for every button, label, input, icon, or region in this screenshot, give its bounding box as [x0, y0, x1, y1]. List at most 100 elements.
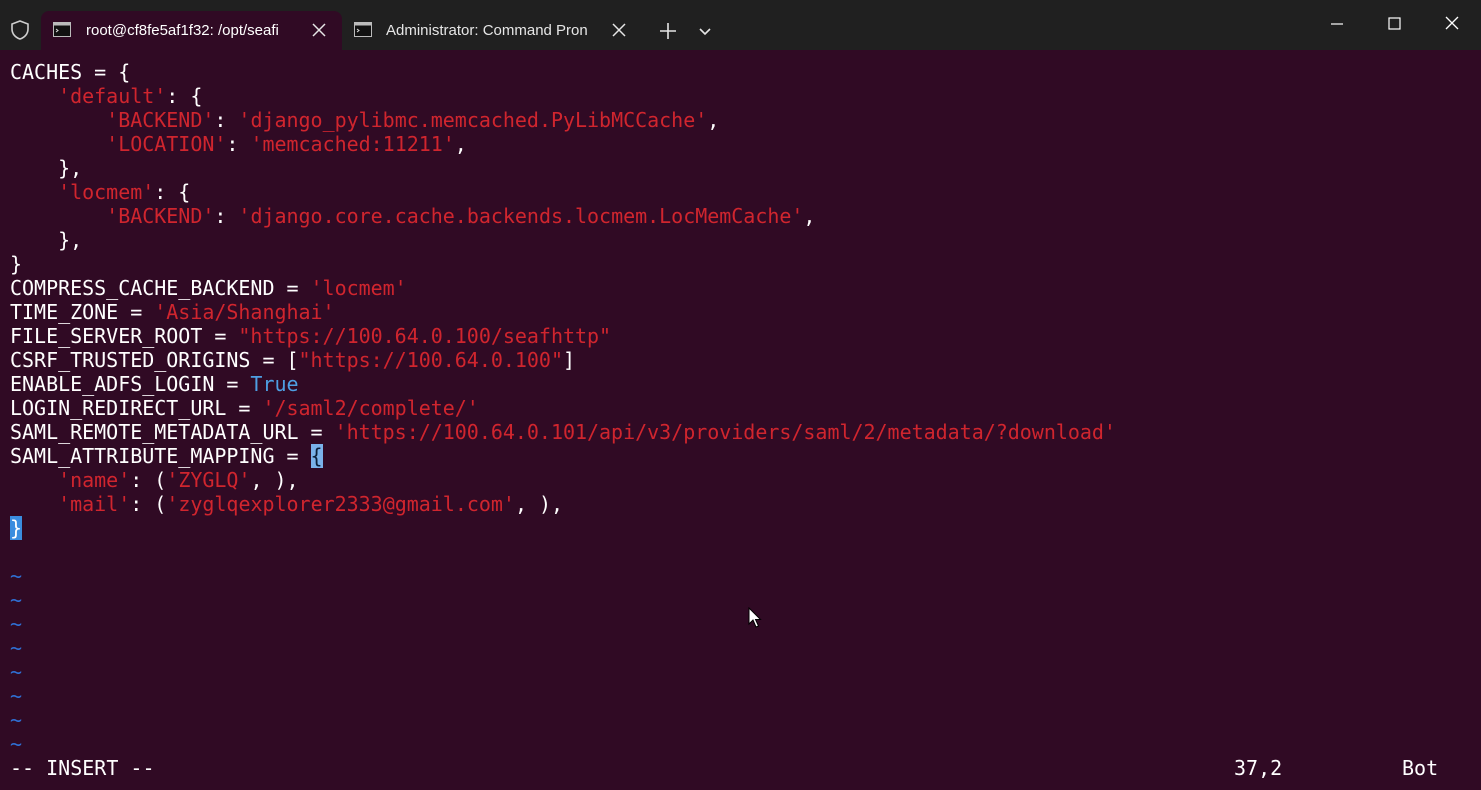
cursor-position: 37,2	[1234, 756, 1283, 780]
plus-icon[interactable]	[656, 19, 680, 43]
terminal-line: SAML_REMOTE_METADATA_URL = 'https://100.…	[10, 420, 1470, 444]
window-close-icon[interactable]	[1429, 8, 1475, 40]
code-token: 'BACKEND'	[106, 108, 215, 132]
cursor-highlight: }	[10, 516, 23, 540]
code-token: SAML_REMOTE_METADATA_URL =	[10, 420, 335, 444]
empty-line-marker: ~	[10, 612, 23, 636]
terminal-line: },	[10, 156, 1470, 180]
terminal-line: ENABLE_ADFS_LOGIN = True	[10, 372, 1470, 396]
code-token: 'locmem'	[310, 276, 407, 300]
code-token: , ),	[514, 492, 564, 516]
terminal-line: LOGIN_REDIRECT_URL = '/saml2/complete/'	[10, 396, 1470, 420]
terminal-line: 'locmem': {	[10, 180, 1470, 204]
code-token: 'django.core.cache.backends.locmem.LocMe…	[238, 204, 804, 228]
code-token: : (	[130, 492, 167, 516]
terminal-buffer[interactable]: CACHES = { 'default': { 'BACKEND': 'djan…	[10, 60, 1470, 780]
code-token: :	[214, 204, 239, 228]
code-token: : {	[166, 84, 203, 108]
code-token: 'mail'	[58, 492, 131, 516]
code-token: 'zyglqexplorer2333@gmail.com'	[166, 492, 515, 516]
terminal-tab-icon	[354, 22, 372, 37]
terminal-line: ~	[10, 708, 1470, 732]
vim-status-line: -- INSERT -- 37,2 Bot	[10, 756, 1470, 780]
code-token: LOGIN_REDIRECT_URL =	[10, 396, 263, 420]
code-token: TIME_ZONE =	[10, 300, 155, 324]
terminal-line: FILE_SERVER_ROOT = "https://100.64.0.100…	[10, 324, 1470, 348]
terminal-line: 'mail': ('zyglqexplorer2333@gmail.com', …	[10, 492, 1470, 516]
empty-line-marker: ~	[10, 564, 23, 588]
empty-line-marker: ~	[10, 732, 23, 756]
close-icon[interactable]	[310, 21, 328, 39]
tab-root-shell[interactable]: root@cf8fe5af1f32: /opt/seafi	[41, 11, 342, 50]
terminal-line: ~	[10, 636, 1470, 660]
code-token: FILE_SERVER_ROOT =	[10, 324, 239, 348]
empty-line-marker: ~	[10, 708, 23, 732]
code-token: :	[214, 108, 239, 132]
terminal-line: 'BACKEND': 'django_pylibmc.memcached.PyL…	[10, 108, 1470, 132]
code-token: 'BACKEND'	[106, 204, 215, 228]
code-token: },	[10, 228, 83, 252]
code-token: '/saml2/complete/'	[262, 396, 479, 420]
terminal-line: CSRF_TRUSTED_ORIGINS = ["https://100.64.…	[10, 348, 1470, 372]
cursor-highlight: {	[310, 444, 323, 468]
vim-mode-indicator: -- INSERT --	[10, 756, 155, 780]
tab-command-prompt[interactable]: Administrator: Command Pron	[342, 11, 642, 50]
tab-label: root@cf8fe5af1f32: /opt/seafi	[86, 22, 279, 39]
tab-label: Administrator: Command Pron	[386, 22, 588, 39]
code-token: ENABLE_ADFS_LOGIN =	[10, 372, 251, 396]
code-token: ]	[562, 348, 576, 372]
code-token: : (	[130, 468, 167, 492]
code-token: }	[10, 252, 23, 276]
empty-line-marker: ~	[10, 588, 23, 612]
code-token: SAML_ATTRIBUTE_MAPPING =	[10, 444, 311, 468]
code-token: 'https://100.64.0.101/api/v3/providers/s…	[334, 420, 1116, 444]
code-token: 'default'	[58, 84, 167, 108]
code-token: , ),	[250, 468, 299, 492]
terminal-line: ~	[10, 660, 1470, 684]
code-token: 'name'	[58, 468, 131, 492]
title-bar: root@cf8fe5af1f32: /opt/seafi Administra…	[0, 0, 1481, 50]
code-token: 'ZYGLQ'	[166, 468, 251, 492]
terminal-line: SAML_ATTRIBUTE_MAPPING = {	[10, 444, 1470, 468]
code-token: COMPRESS_CACHE_BACKEND =	[10, 276, 311, 300]
terminal-line: }	[10, 516, 1470, 540]
terminal-line: 'name': ('ZYGLQ', ),	[10, 468, 1470, 492]
code-token: ,	[803, 204, 816, 228]
code-token: CSRF_TRUSTED_ORIGINS = [	[10, 348, 299, 372]
code-token: "https://100.64.0.100/seafhttp"	[238, 324, 612, 348]
code-token: :	[226, 132, 251, 156]
code-token: 'locmem'	[58, 180, 155, 204]
terminal-line: 'BACKEND': 'django.core.cache.backends.l…	[10, 204, 1470, 228]
code-token: 'memcached:11211'	[250, 132, 455, 156]
shield-icon[interactable]	[9, 19, 31, 41]
close-icon[interactable]	[610, 21, 628, 39]
empty-line-marker: ~	[10, 684, 23, 708]
code-token: CACHES = {	[10, 60, 131, 84]
code-token: 'LOCATION'	[106, 132, 227, 156]
chevron-down-icon[interactable]	[695, 20, 715, 42]
code-token: ,	[707, 108, 720, 132]
terminal-line: CACHES = {	[10, 60, 1470, 84]
code-token: ,	[454, 132, 467, 156]
empty-line-marker: ~	[10, 636, 23, 660]
terminal-tab-icon	[53, 22, 71, 37]
terminal-line: },	[10, 228, 1470, 252]
terminal-line: ~	[10, 588, 1470, 612]
code-token: },	[10, 156, 83, 180]
minimize-icon[interactable]	[1313, 8, 1359, 40]
code-token: : {	[154, 180, 191, 204]
terminal-line: COMPRESS_CACHE_BACKEND = 'locmem'	[10, 276, 1470, 300]
terminal-line: 'default': {	[10, 84, 1470, 108]
maximize-icon[interactable]	[1371, 8, 1417, 40]
terminal-line: ~	[10, 732, 1470, 756]
code-token: 'Asia/Shanghai'	[154, 300, 335, 324]
code-token: True	[250, 372, 299, 396]
code-token: "https://100.64.0.100"	[298, 348, 563, 372]
